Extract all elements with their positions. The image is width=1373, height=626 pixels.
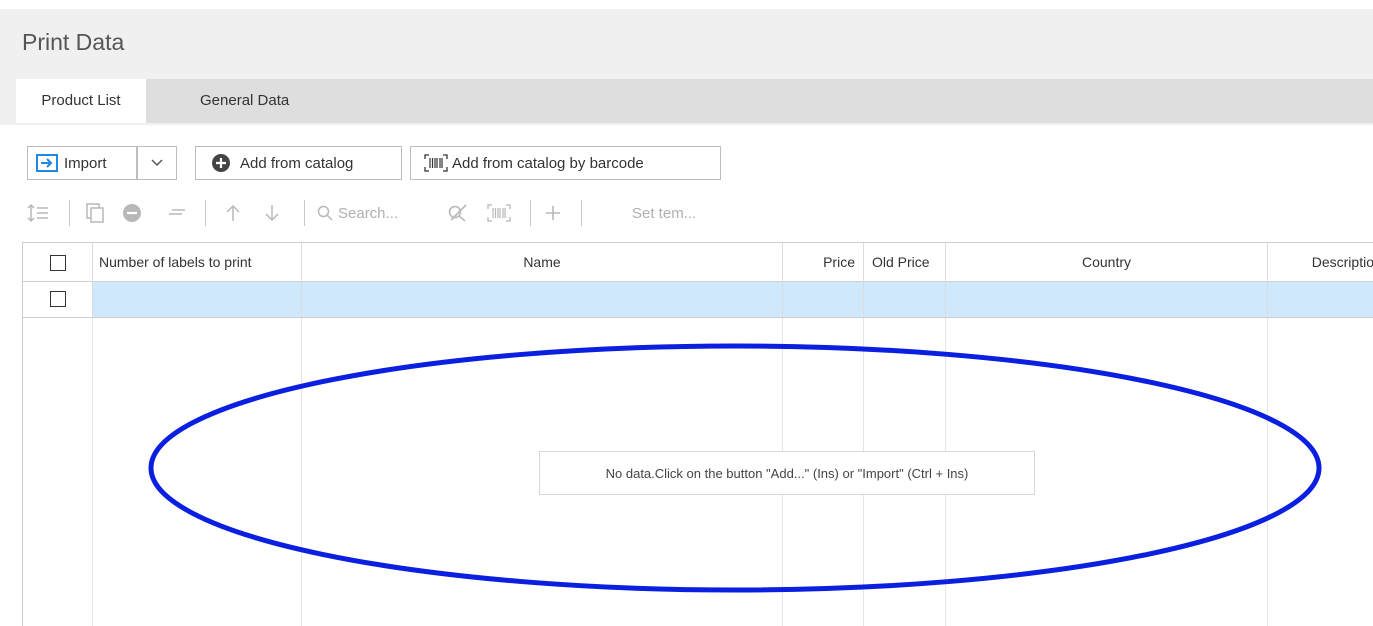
- import-label: Import: [64, 154, 107, 172]
- table-row[interactable]: [23, 282, 1373, 318]
- barcode-icon: [424, 154, 448, 172]
- column-header-old-price[interactable]: Old Price: [864, 243, 946, 282]
- toolbar-divider: [304, 200, 305, 226]
- toolbar-divider: [69, 200, 70, 226]
- add-from-catalog-by-barcode-button[interactable]: Add from catalog by barcode: [410, 146, 721, 180]
- barcode-search-icon[interactable]: [487, 196, 511, 230]
- tab-general-data[interactable]: General Data: [184, 79, 305, 123]
- column-header-name[interactable]: Name: [302, 243, 783, 282]
- cell-description[interactable]: [1268, 282, 1373, 317]
- grid-toolbar: Search... Set tem...: [0, 196, 760, 230]
- arrow-down-icon[interactable]: [265, 196, 279, 230]
- column-header-country[interactable]: Country: [946, 243, 1268, 282]
- toolbar-divider: [205, 200, 206, 226]
- clear-filter-icon[interactable]: [448, 196, 468, 230]
- import-button[interactable]: Import: [27, 146, 137, 180]
- add-from-catalog-button[interactable]: Add from catalog: [195, 146, 402, 180]
- cell-country[interactable]: [946, 282, 1268, 317]
- header-area: Print Data Product List General Data: [0, 9, 1373, 125]
- toolbar-divider: [581, 200, 582, 226]
- search-icon: [317, 196, 333, 230]
- plus-circle-icon: [212, 154, 230, 172]
- add-from-catalog-by-barcode-label: Add from catalog by barcode: [452, 154, 644, 172]
- toolbar-divider: [530, 200, 531, 226]
- import-dropdown-button[interactable]: [137, 146, 177, 180]
- copy-icon[interactable]: [86, 196, 104, 230]
- arrow-up-icon[interactable]: [226, 196, 240, 230]
- lines-icon[interactable]: [168, 196, 186, 230]
- add-row-icon[interactable]: [545, 196, 561, 230]
- tab-product-list[interactable]: Product List: [16, 79, 146, 123]
- tab-bar: Product List General Data: [16, 79, 1373, 123]
- grid-header-row: Number of labels to print Name Price Old…: [23, 242, 1373, 282]
- empty-grid-message: No data.Click on the button "Add..." (In…: [539, 451, 1035, 495]
- search-input[interactable]: Search...: [338, 196, 398, 230]
- import-icon: [36, 154, 58, 172]
- select-all-checkbox[interactable]: [50, 255, 66, 271]
- column-header-description[interactable]: Descriptio: [1268, 243, 1373, 282]
- page-title: Print Data: [22, 29, 125, 55]
- add-from-catalog-label: Add from catalog: [240, 154, 354, 172]
- cell-old-price[interactable]: [864, 282, 946, 317]
- chevron-down-icon: [151, 159, 163, 167]
- remove-circle-icon[interactable]: [123, 196, 141, 230]
- column-header-price[interactable]: Price: [783, 243, 864, 282]
- header-select-cell: [23, 243, 93, 282]
- row-checkbox[interactable]: [50, 291, 66, 307]
- set-item-input[interactable]: Set tem...: [632, 196, 696, 230]
- cell-name[interactable]: [302, 282, 783, 317]
- cell-labels-count[interactable]: [93, 282, 302, 317]
- cell-price[interactable]: [783, 282, 864, 317]
- sort-icon[interactable]: [27, 196, 49, 230]
- column-divider: [92, 318, 93, 626]
- row-select-cell: [23, 282, 93, 317]
- column-header-labels-count[interactable]: Number of labels to print: [93, 243, 302, 282]
